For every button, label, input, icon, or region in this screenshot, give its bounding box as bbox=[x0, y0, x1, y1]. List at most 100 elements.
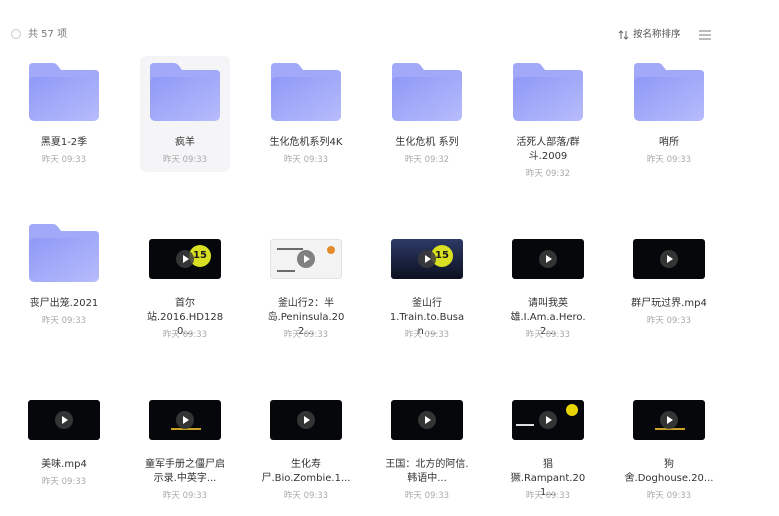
modified-time: 昨天 09:32 bbox=[404, 155, 450, 165]
video-thumbnail bbox=[512, 239, 584, 279]
folder-item[interactable]: 丧尸出笼.2021 昨天 09:33 bbox=[19, 217, 109, 333]
modified-time: 昨天 09:33 bbox=[525, 330, 571, 340]
thumbnail bbox=[261, 222, 351, 282]
thumbnail bbox=[382, 383, 472, 443]
file-name-line: 釜山行 bbox=[412, 298, 442, 309]
file-name: 狗舍.Doghouse.20... bbox=[624, 458, 714, 486]
video-file-item[interactable]: 15 首尔 站.2016.HD1280... 昨天 09:33 bbox=[140, 217, 230, 340]
file-name-line: 黑夏1-2季 bbox=[40, 137, 88, 148]
folder-icon bbox=[634, 63, 704, 121]
video-thumbnail: 15 bbox=[391, 239, 463, 279]
file-name: 生化危机 系列 bbox=[382, 136, 472, 150]
video-file-item[interactable]: 童军手册之僵尸启 示录.中英字... 昨天 09:33 bbox=[140, 378, 230, 501]
thumbnail bbox=[19, 61, 109, 121]
file-name: 群尸玩过界.mp4 bbox=[624, 297, 714, 311]
modified-time: 昨天 09:33 bbox=[646, 491, 692, 501]
file-name-line: 王国：北方的阿信. bbox=[385, 459, 469, 470]
file-name-line: 舍.Doghouse.20... bbox=[624, 473, 714, 484]
thumbnail bbox=[261, 383, 351, 443]
play-icon bbox=[176, 411, 194, 429]
thumbnail bbox=[19, 222, 109, 282]
file-name: 疯羊 bbox=[140, 136, 230, 150]
folder-icon bbox=[29, 63, 99, 121]
modified-time: 昨天 09:33 bbox=[646, 155, 692, 165]
file-name-line: 生化危机 系列 bbox=[395, 137, 459, 148]
video-file-item[interactable]: 狗舍.Doghouse.20... 昨天 09:33 bbox=[624, 378, 714, 501]
folder-icon bbox=[29, 224, 99, 282]
video-file-item[interactable]: 群尸玩过界.mp4 昨天 09:33 bbox=[624, 217, 714, 333]
file-name: 童军手册之僵尸启 示录.中英字... bbox=[140, 458, 230, 486]
play-icon bbox=[176, 250, 194, 268]
thumbnail bbox=[503, 222, 593, 282]
modified-time: 昨天 09:33 bbox=[283, 155, 329, 165]
folder-icon bbox=[392, 63, 462, 121]
folder-item[interactable]: 哨所昨天 09:33 bbox=[624, 56, 714, 172]
file-name-line: 尸.Bio.Zombie.1... bbox=[261, 473, 351, 484]
file-name-line: 釜山行2：半 bbox=[277, 298, 335, 309]
file-name-line: 哨所 bbox=[659, 137, 679, 148]
video-file-item[interactable]: 猖獗.Rampant.201... 昨天 09:33 bbox=[503, 378, 593, 501]
play-icon bbox=[539, 250, 557, 268]
file-grid: 黑夏1-2季 昨天 09:33 疯羊 昨天 09:33 生化危机系列4K 昨天 09:… bbox=[0, 0, 779, 516]
thumbnail bbox=[140, 383, 230, 443]
modified-time: 昨天 09:33 bbox=[41, 477, 87, 487]
play-icon bbox=[297, 250, 315, 268]
video-thumbnail bbox=[633, 239, 705, 279]
video-thumbnail bbox=[391, 400, 463, 440]
play-icon bbox=[418, 250, 436, 268]
folder-icon bbox=[150, 63, 220, 121]
video-thumbnail bbox=[149, 400, 221, 440]
folder-item[interactable]: 黑夏1-2季 昨天 09:33 bbox=[19, 56, 109, 172]
video-file-item[interactable]: 王国：北方的阿信. 韩语中... 昨天 09:33 bbox=[382, 378, 472, 501]
video-file-item[interactable]: 生化寿 尸.Bio.Zombie.1... 昨天 09:33 bbox=[261, 378, 351, 501]
video-file-item[interactable]: 15 釜山行 1.Train.to.Busan.... 昨天 09:33 bbox=[382, 217, 472, 340]
video-thumbnail: 15 bbox=[149, 239, 221, 279]
poster-text-line bbox=[277, 270, 295, 272]
file-name-line: 丧尸出笼.2021 bbox=[29, 298, 99, 309]
thumbnail bbox=[624, 383, 714, 443]
video-thumbnail bbox=[633, 400, 705, 440]
thumbnail bbox=[624, 61, 714, 121]
file-name-line: 请叫我英 bbox=[528, 298, 568, 309]
play-icon bbox=[297, 411, 315, 429]
video-file-item[interactable]: 釜山行2：半 岛.Peninsula.202... 昨天 09:33 bbox=[261, 217, 351, 340]
poster-text-line bbox=[516, 424, 534, 426]
file-name-line: 狗 bbox=[664, 459, 674, 470]
modified-time: 昨天 09:32 bbox=[525, 169, 571, 179]
thumbnail bbox=[503, 61, 593, 121]
file-name-line: 韩语中... bbox=[407, 473, 447, 484]
thumbnail bbox=[624, 222, 714, 282]
file-name: 黑夏1-2季 bbox=[19, 136, 109, 150]
file-name-line: 示录.中英字... bbox=[153, 473, 217, 484]
play-icon bbox=[660, 250, 678, 268]
file-name: 美味.mp4 bbox=[19, 458, 109, 472]
modified-time: 昨天 09:33 bbox=[404, 330, 450, 340]
folder-item[interactable]: 生化危机 系列 昨天 09:32 bbox=[382, 56, 472, 172]
file-name-line: 首尔 bbox=[175, 298, 195, 309]
thumbnail bbox=[140, 61, 230, 121]
thumbnail bbox=[261, 61, 351, 121]
thumbnail bbox=[503, 383, 593, 443]
poster-dot bbox=[566, 404, 578, 416]
folder-item[interactable]: 生化危机系列4K 昨天 09:33 bbox=[261, 56, 351, 172]
poster-dot bbox=[327, 246, 335, 254]
file-name: 活死人部落/群 斗.2009 bbox=[503, 136, 593, 164]
file-name-line: 疯羊 bbox=[175, 137, 195, 148]
modified-time: 昨天 09:33 bbox=[646, 316, 692, 326]
thumbnail: 15 bbox=[382, 222, 472, 282]
file-name: 生化寿 尸.Bio.Zombie.1... bbox=[261, 458, 351, 486]
poster-text-line bbox=[277, 248, 303, 250]
thumbnail: 15 bbox=[140, 222, 230, 282]
file-name-line: 生化危机系列4K bbox=[269, 137, 343, 148]
folder-item[interactable]: 疯羊 昨天 09:33 bbox=[140, 56, 230, 172]
modified-time: 昨天 09:33 bbox=[162, 330, 208, 340]
file-name-line: 美味.mp4 bbox=[41, 459, 87, 470]
play-icon bbox=[418, 411, 436, 429]
modified-time: 昨天 09:33 bbox=[162, 491, 208, 501]
video-file-item[interactable]: 请叫我英 雄.I.Am.a.Hero.2... 昨天 09:33 bbox=[503, 217, 593, 340]
folder-item[interactable]: 活死人部落/群 斗.2009 昨天 09:32 bbox=[503, 56, 593, 179]
file-name-line: 童军手册之僵尸启 bbox=[145, 459, 225, 470]
file-name-line: 猖 bbox=[543, 459, 553, 470]
video-thumbnail bbox=[28, 400, 100, 440]
video-file-item[interactable]: 美味.mp4 昨天 09:33 bbox=[19, 378, 109, 494]
